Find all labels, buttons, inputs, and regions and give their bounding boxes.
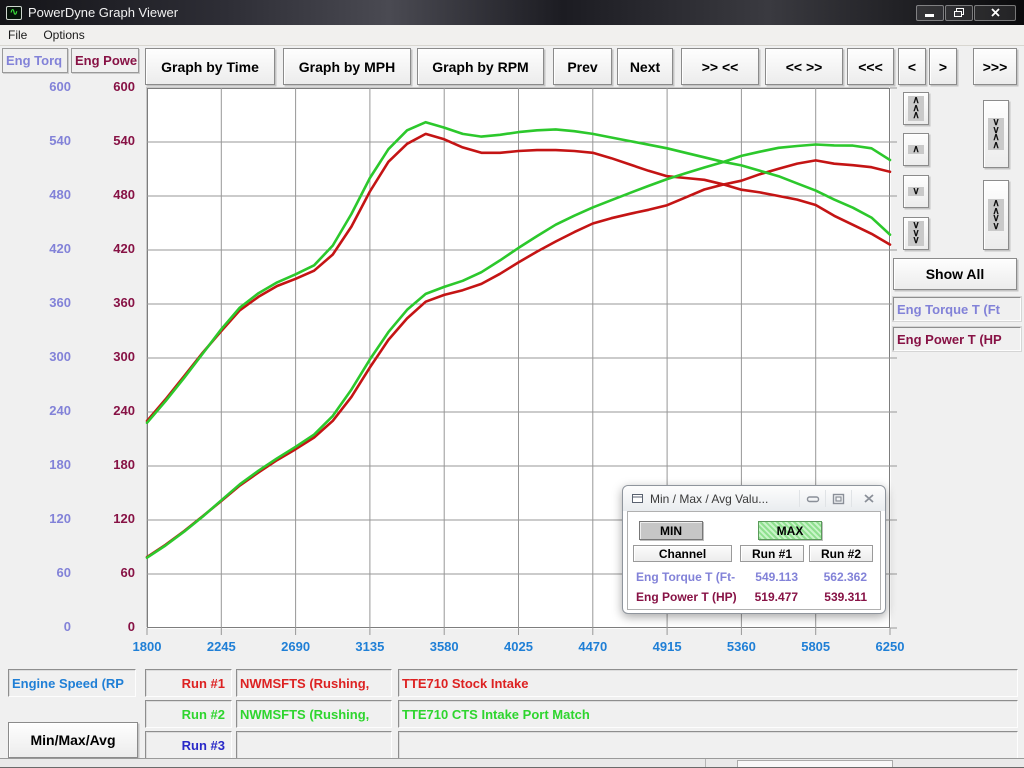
status-bar	[0, 758, 1024, 768]
rpm-axis-tick-2245: 2245	[207, 639, 236, 654]
minmax-title-bar[interactable]: Min / Max / Avg Valu...	[623, 486, 885, 511]
scrollbar-thumb[interactable]	[737, 760, 893, 768]
column-header-run1: Run #1	[740, 545, 804, 562]
minmax-row-power-label: Eng Power T (HP)	[636, 590, 736, 604]
scroll-left-fast-button[interactable]: <<<	[847, 48, 894, 85]
max-toggle-button[interactable]: MAX	[758, 521, 822, 540]
minmax-power-run1-value: 519.477	[740, 590, 798, 604]
graph-by-time-button[interactable]: Graph by Time	[145, 48, 275, 85]
restore-icon	[832, 493, 845, 505]
power-axis-tick-240: 240	[113, 403, 135, 419]
power-axis-tick-300: 300	[113, 349, 135, 365]
scroll-left-button[interactable]: <	[898, 48, 926, 85]
down-down-up-up-chevron-icon: ∨ ∨ ∧ ∧	[992, 119, 999, 149]
minmax-window-icon	[631, 493, 645, 505]
power-axis-tick-0: 0	[128, 619, 135, 635]
minmax-restore-button[interactable]	[825, 490, 851, 507]
run3-description-box[interactable]	[398, 731, 1018, 759]
run1-description-box[interactable]: TTE710 Stock Intake	[398, 669, 1018, 697]
minmax-torque-run2-value: 562.362	[809, 570, 867, 584]
graph-by-mph-button[interactable]: Graph by MPH	[283, 48, 411, 85]
min-toggle-button[interactable]: MIN	[639, 521, 703, 540]
run2-file-box[interactable]: NWMSFTS (Rushing,	[236, 700, 392, 728]
rpm-axis-scale: 1800224526903135358040254470491553605805…	[147, 639, 890, 657]
next-button[interactable]: Next	[617, 48, 673, 85]
triple-down-chevron-icon: ∨ ∨ ∨	[912, 222, 919, 245]
up-chevron-icon: ∧	[912, 146, 919, 154]
power-axis-tick-360: 360	[113, 295, 135, 311]
minmax-power-run2-value: 539.311	[809, 590, 867, 604]
power-axis-tick-600: 600	[113, 79, 135, 95]
restore-icon	[953, 7, 965, 18]
minmax-window-controls	[799, 490, 885, 507]
x-channel-box[interactable]: Engine Speed (RP	[8, 669, 136, 697]
run1-label-box[interactable]: Run #1	[145, 669, 232, 697]
close-button[interactable]	[974, 5, 1016, 21]
window-controls	[915, 5, 1024, 21]
zoom-out-x-button[interactable]: << >>	[765, 48, 843, 85]
graph-by-rpm-button[interactable]: Graph by RPM	[417, 48, 544, 85]
rpm-axis-tick-1800: 1800	[133, 639, 162, 654]
scroll-right-fast-button[interactable]: >>>	[973, 48, 1017, 85]
rpm-axis-tick-3135: 3135	[355, 639, 384, 654]
rpm-axis-tick-4470: 4470	[578, 639, 607, 654]
run3-file-box[interactable]	[236, 731, 392, 759]
triple-up-chevron-icon: ∧ ∧ ∧	[912, 97, 919, 120]
zoom-in-x-button[interactable]: >> <<	[681, 48, 759, 85]
restore-button[interactable]	[945, 5, 973, 21]
rpm-axis-tick-4915: 4915	[653, 639, 682, 654]
run2-description-box[interactable]: TTE710 CTS Intake Port Match	[398, 700, 1018, 728]
y-zoom-in-button[interactable]: ∨ ∨ ∧ ∧	[983, 100, 1009, 168]
rpm-axis-tick-6250: 6250	[876, 639, 905, 654]
scroll-down-button[interactable]: ∨	[903, 175, 929, 208]
power-axis-tick-180: 180	[113, 457, 135, 473]
column-header-channel: Channel	[633, 545, 732, 562]
column-header-run2: Run #2	[809, 545, 873, 562]
close-icon	[990, 7, 1001, 18]
rpm-axis-tick-4025: 4025	[504, 639, 533, 654]
prev-button[interactable]: Prev	[553, 48, 612, 85]
close-icon	[863, 493, 875, 504]
channel-label-power[interactable]: Eng Power T (HP	[893, 327, 1021, 351]
minmax-body: MIN MAX Channel Run #1 Run #2 Eng Torque…	[627, 511, 881, 610]
scroll-down-triple-button[interactable]: ∨ ∨ ∨	[903, 217, 929, 250]
minimize-icon	[924, 8, 936, 18]
rpm-axis-tick-2690: 2690	[281, 639, 310, 654]
power-axis-tick-540: 540	[113, 133, 135, 149]
rpm-axis-tick-5360: 5360	[727, 639, 756, 654]
rpm-axis-tick-3580: 3580	[430, 639, 459, 654]
power-axis-tick-420: 420	[113, 241, 135, 257]
scroll-right-button[interactable]: >	[929, 48, 957, 85]
y-zoom-out-button[interactable]: ∧ ∧ ∨ ∨	[983, 180, 1009, 250]
minimize-icon	[806, 494, 820, 504]
minimize-button[interactable]	[916, 5, 944, 21]
up-up-down-down-chevron-icon: ∧ ∧ ∨ ∨	[992, 200, 999, 230]
menu-bar: File Options	[0, 25, 1024, 46]
power-axis-tick-120: 120	[113, 511, 135, 527]
scroll-up-button[interactable]: ∧	[903, 133, 929, 166]
power-axis-scale: 0 60 120 180 240 300 360 420 480 540 600	[0, 0, 135, 768]
channel-label-torque[interactable]: Eng Torque T (Ft	[893, 297, 1021, 321]
power-axis-tick-60: 60	[121, 565, 135, 581]
run3-label-box[interactable]: Run #3	[145, 731, 232, 759]
show-all-button[interactable]: Show All	[893, 258, 1017, 290]
scroll-up-triple-button[interactable]: ∧ ∧ ∧	[903, 92, 929, 125]
minmax-torque-run1-value: 549.113	[740, 570, 798, 584]
status-bar-divider	[705, 759, 706, 768]
app-window: ∿ PowerDyne Graph Viewer File Options E	[0, 0, 1024, 768]
minmax-row-torque-label: Eng Torque T (Ft-	[636, 570, 736, 584]
minmax-window: Min / Max / Avg Valu...	[622, 485, 886, 614]
minmax-minimize-button[interactable]	[799, 490, 825, 507]
run2-label-box[interactable]: Run #2	[145, 700, 232, 728]
rpm-axis-tick-5805: 5805	[801, 639, 830, 654]
power-axis-tick-480: 480	[113, 187, 135, 203]
minmax-window-title: Min / Max / Avg Valu...	[650, 492, 768, 506]
run1-file-box[interactable]: NWMSFTS (Rushing,	[236, 669, 392, 697]
down-chevron-icon: ∨	[912, 188, 919, 196]
title-bar[interactable]: ∿ PowerDyne Graph Viewer	[0, 0, 1024, 25]
minmax-close-button[interactable]	[851, 490, 885, 507]
minmax-avg-button[interactable]: Min/Max/Avg	[8, 722, 138, 758]
